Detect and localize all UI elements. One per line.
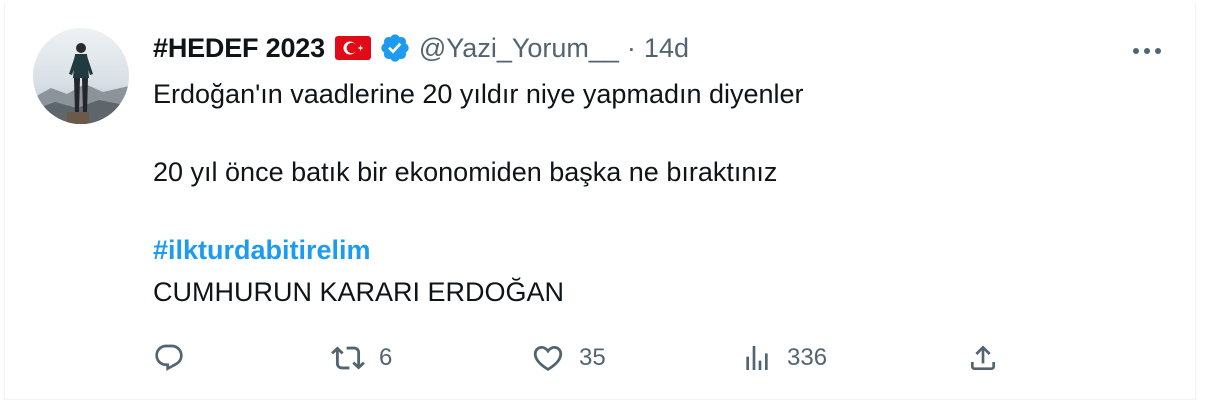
tweet-card[interactable]: #HEDEF 2023 @Yazi_Yorum__ · 14d Erdoğan'… [4,4,1196,400]
views-button[interactable]: 336 [741,340,827,376]
timestamp[interactable]: 14d [644,33,689,64]
like-count: 35 [579,344,606,371]
verified-badge-icon[interactable] [379,32,411,64]
retweet-icon [331,346,365,370]
user-handle[interactable]: @Yazi_Yorum__ [419,33,619,64]
reply-icon [155,344,183,371]
views-count: 336 [787,344,828,371]
analytics-icon [746,346,768,370]
share-icon [971,345,995,370]
hashtag-link[interactable]: #ilkturdabitirelim [153,232,371,268]
tweet-header: #HEDEF 2023 @Yazi_Yorum__ · 14d [153,30,689,66]
retweet-count: 6 [379,344,393,371]
tweet-text-line: 20 yıl önce batık bir ekonomiden başka n… [153,157,778,187]
reply-button[interactable] [153,340,199,376]
tweet-text-line: Erdoğan'ın vaadlerine 20 yıldır niye yap… [153,79,804,109]
separator-dot: · [626,32,636,63]
turkey-flag-icon [334,36,371,60]
more-dots-icon [1133,48,1161,54]
tweet-text-line: CUMHURUN KARARI ERDOĞAN [153,277,565,307]
share-button[interactable] [967,340,999,376]
heart-icon [533,345,563,371]
more-options-button[interactable] [1127,36,1167,66]
display-name[interactable]: #HEDEF 2023 [153,33,325,64]
retweet-button[interactable]: 6 [331,340,392,376]
avatar[interactable] [33,28,129,124]
like-button[interactable]: 35 [531,340,606,376]
